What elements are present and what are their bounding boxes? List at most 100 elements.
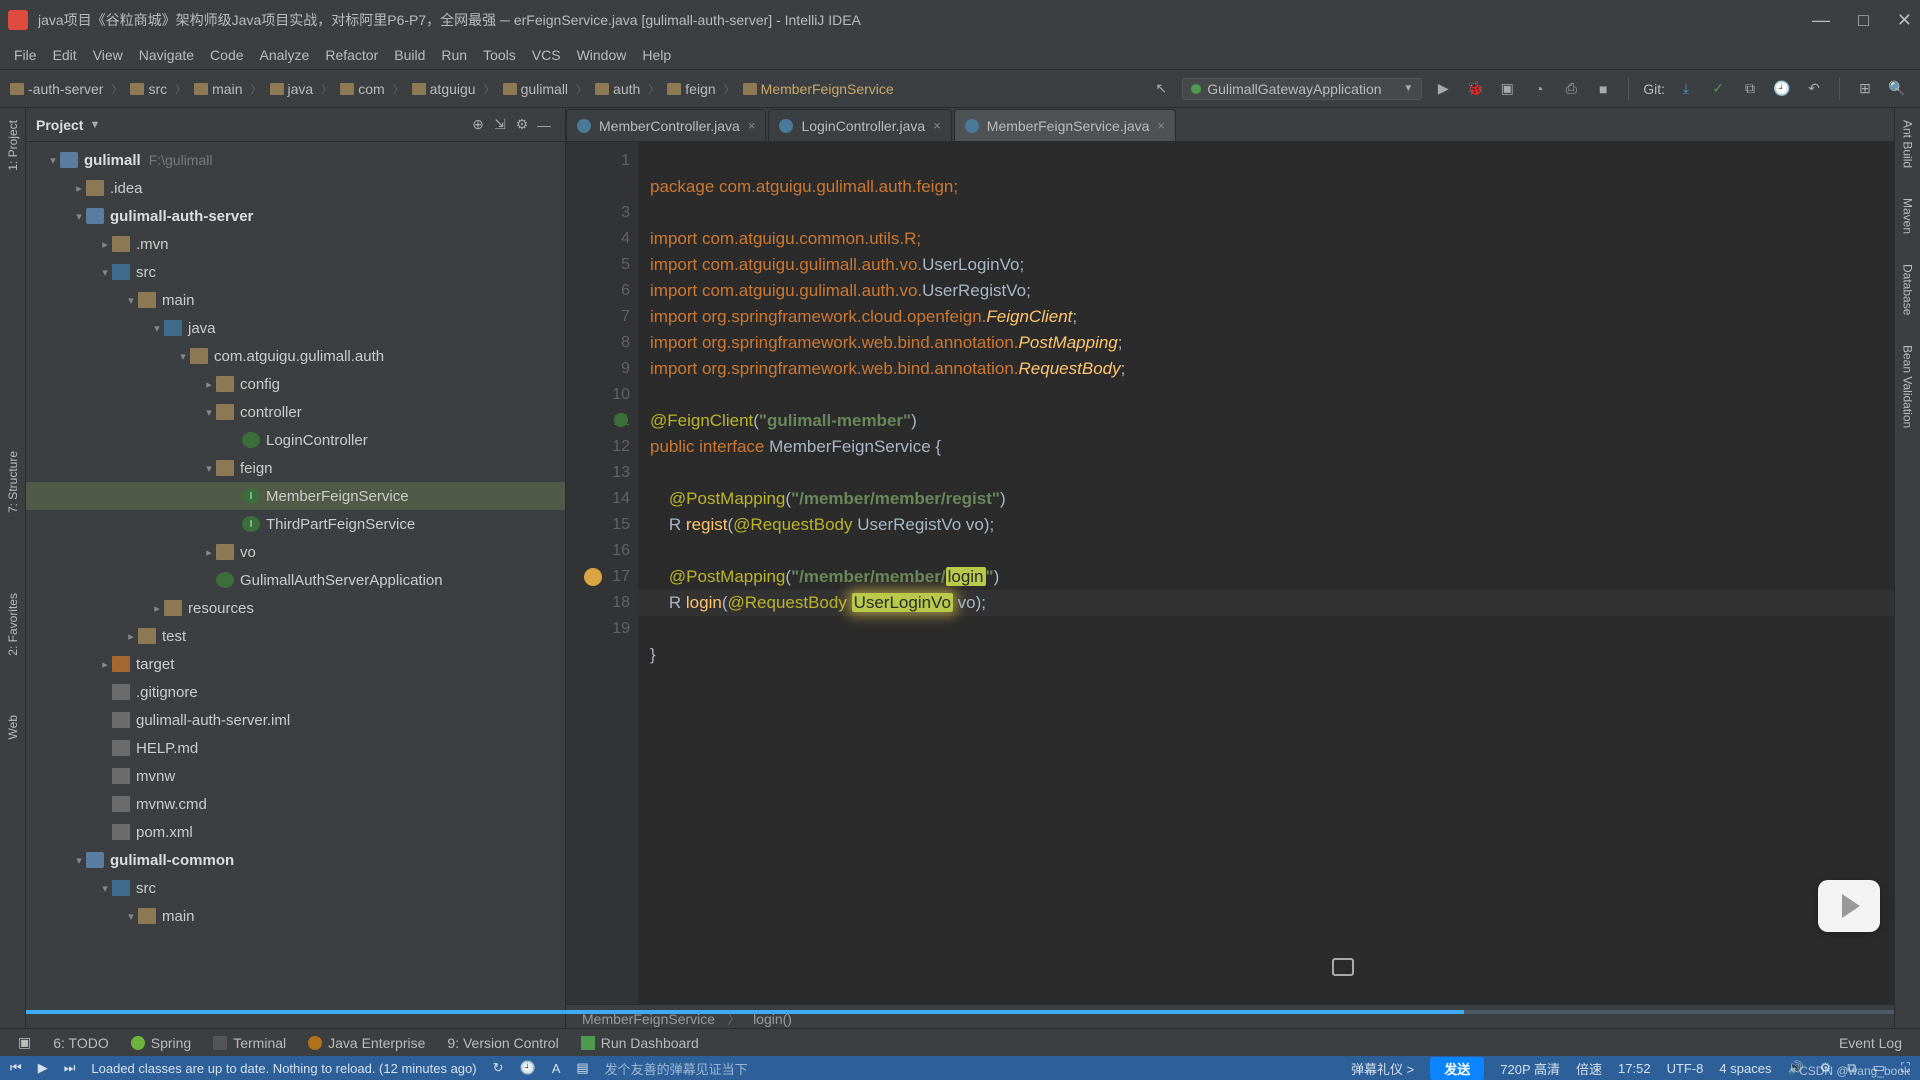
tree-node[interactable]: IMemberFeignService xyxy=(26,482,565,510)
tree-node[interactable]: ▾gulimall-common xyxy=(26,846,565,874)
implemented-icon[interactable] xyxy=(614,413,628,427)
tree-node[interactable]: GulimallAuthServerApplication xyxy=(26,566,565,594)
play-prev-icon[interactable]: ⏮ xyxy=(10,1060,22,1076)
video-float-play-button[interactable] xyxy=(1818,880,1880,932)
tool-hide-icon[interactable]: ▣ xyxy=(8,1031,41,1054)
play-next-icon[interactable]: ⏭ xyxy=(64,1060,76,1076)
tool-tab-ant[interactable]: Ant Build xyxy=(1899,114,1917,174)
stop-button[interactable]: ■ xyxy=(1592,78,1614,100)
editor-tab[interactable]: LoginController.java× xyxy=(768,109,951,141)
tree-node[interactable]: ▾controller xyxy=(26,398,565,426)
intention-bulb-icon[interactable] xyxy=(584,568,602,586)
git-compare-icon[interactable]: ⧉ xyxy=(1739,78,1761,100)
git-revert-icon[interactable]: ↶ xyxy=(1803,78,1825,100)
tree-node[interactable]: ▸vo xyxy=(26,538,565,566)
breadcrumb-segment[interactable]: feign xyxy=(661,79,721,99)
gift-link[interactable]: 弹幕礼仪 > xyxy=(1351,1059,1414,1078)
tool-vcs[interactable]: 9: Version Control xyxy=(437,1032,568,1054)
tree-node[interactable]: ▾gulimallF:\gulimall xyxy=(26,146,565,174)
settings-icon[interactable]: ⚙ xyxy=(511,114,533,136)
tree-node[interactable]: HELP.md xyxy=(26,734,565,762)
encoding[interactable]: UTF-8 xyxy=(1667,1061,1704,1076)
tree-node[interactable]: mvnw xyxy=(26,762,565,790)
code-area[interactable]: package com.atguigu.gulimall.auth.feign;… xyxy=(638,142,1894,1004)
danmu-toggle-icon[interactable]: ▤ xyxy=(576,1060,588,1076)
breadcrumb-segment[interactable]: atguigu xyxy=(406,79,482,99)
minimize-button[interactable]: — xyxy=(1812,10,1830,31)
breadcrumb-segment[interactable]: MemberFeignService xyxy=(737,79,900,99)
debug-button[interactable]: 🐞 xyxy=(1464,78,1486,100)
danmu-input[interactable]: 发个友善的弹幕见证当下 xyxy=(605,1059,748,1078)
tool-spring[interactable]: Spring xyxy=(121,1032,201,1054)
tool-javaee[interactable]: Java Enterprise xyxy=(298,1032,435,1054)
menu-tools[interactable]: Tools xyxy=(475,43,524,67)
tv-icon[interactable] xyxy=(1332,958,1354,976)
tree-node[interactable]: LoginController xyxy=(26,426,565,454)
tree-node[interactable]: ▾main xyxy=(26,902,565,930)
collapse-icon[interactable]: ⇲ xyxy=(489,114,511,136)
chevron-down-icon[interactable]: ▼ xyxy=(89,119,100,131)
tree-node[interactable]: ▸resources xyxy=(26,594,565,622)
quality-selector[interactable]: 720P 高清 xyxy=(1500,1059,1560,1078)
tool-todo[interactable]: 6: TODO xyxy=(43,1032,119,1054)
tree-node[interactable]: ▸config xyxy=(26,370,565,398)
close-button[interactable]: ✕ xyxy=(1897,10,1912,31)
breadcrumb-segment[interactable]: auth xyxy=(589,79,646,99)
git-history-icon[interactable]: 🕘 xyxy=(1771,78,1793,100)
breadcrumb-segment[interactable]: gulimall xyxy=(497,79,574,99)
tree-node[interactable]: ▸.idea xyxy=(26,174,565,202)
editor-tab[interactable]: MemberController.java× xyxy=(566,109,766,141)
tree-node[interactable]: ▾feign xyxy=(26,454,565,482)
close-tab-icon[interactable]: × xyxy=(748,118,756,133)
menu-analyze[interactable]: Analyze xyxy=(252,43,318,67)
run-config-selector[interactable]: GulimallGatewayApplication ▼ xyxy=(1182,78,1422,100)
menu-run[interactable]: Run xyxy=(433,43,475,67)
breadcrumb-segment[interactable]: java xyxy=(264,79,320,99)
tree-node[interactable]: ▾src xyxy=(26,258,565,286)
tool-tab-beanvalidation[interactable]: Bean Validation xyxy=(1899,339,1917,434)
breadcrumb[interactable]: -auth-server〉src〉main〉java〉com〉atguigu〉g… xyxy=(4,79,1142,99)
menu-vcs[interactable]: VCS xyxy=(524,43,569,67)
coverage-button[interactable]: ▣ xyxy=(1496,78,1518,100)
breadcrumb-segment[interactable]: com xyxy=(334,79,390,99)
tree-node[interactable]: IThirdPartFeignService xyxy=(26,510,565,538)
git-update-icon[interactable]: ⤓ xyxy=(1675,78,1697,100)
tree-node[interactable]: ▾com.atguigu.gulimall.auth xyxy=(26,342,565,370)
hide-icon[interactable]: — xyxy=(533,114,555,136)
time-icon[interactable]: 🕘 xyxy=(520,1060,536,1076)
tree-node[interactable]: gulimall-auth-server.iml xyxy=(26,706,565,734)
play-button[interactable]: ▶ xyxy=(38,1060,48,1076)
menu-file[interactable]: File xyxy=(6,43,45,67)
tree-node[interactable]: .gitignore xyxy=(26,678,565,706)
tree-node[interactable]: ▸.mvn xyxy=(26,230,565,258)
send-button[interactable]: 发送 xyxy=(1430,1057,1484,1080)
menu-navigate[interactable]: Navigate xyxy=(131,43,202,67)
tool-tab-database[interactable]: Database xyxy=(1899,258,1917,321)
tool-terminal[interactable]: Terminal xyxy=(203,1032,296,1054)
run-button[interactable]: ▶ xyxy=(1432,78,1454,100)
tree-node[interactable]: ▾src xyxy=(26,874,565,902)
tool-rundash[interactable]: Run Dashboard xyxy=(571,1032,709,1054)
tree-node[interactable]: ▾java xyxy=(26,314,565,342)
tree-node[interactable]: mvnw.cmd xyxy=(26,790,565,818)
menu-help[interactable]: Help xyxy=(634,43,679,67)
close-tab-icon[interactable]: × xyxy=(1157,118,1165,133)
speed-selector[interactable]: 倍速 xyxy=(1576,1059,1602,1078)
menu-code[interactable]: Code xyxy=(202,43,251,67)
tree-node[interactable]: ▸target xyxy=(26,650,565,678)
maximize-button[interactable]: □ xyxy=(1858,10,1869,31)
tree-node[interactable]: ▾gulimall-auth-server xyxy=(26,202,565,230)
menu-refactor[interactable]: Refactor xyxy=(317,43,386,67)
tool-tab-web[interactable]: Web xyxy=(4,709,22,745)
menu-view[interactable]: View xyxy=(85,43,131,67)
tool-tab-favorites[interactable]: 2: Favorites xyxy=(4,587,22,662)
locate-icon[interactable]: ⊕ xyxy=(467,114,489,136)
tool-tab-project[interactable]: 1: Project xyxy=(4,114,22,177)
tree-node[interactable]: pom.xml xyxy=(26,818,565,846)
project-tree[interactable]: ▾gulimallF:\gulimall▸.idea▾gulimall-auth… xyxy=(26,142,565,1032)
profile-button[interactable]: ◔ xyxy=(1528,78,1550,100)
repeat-icon[interactable]: ↻ xyxy=(493,1060,504,1076)
tree-node[interactable]: ▸test xyxy=(26,622,565,650)
tool-tab-maven[interactable]: Maven xyxy=(1899,192,1917,240)
menu-build[interactable]: Build xyxy=(386,43,433,67)
